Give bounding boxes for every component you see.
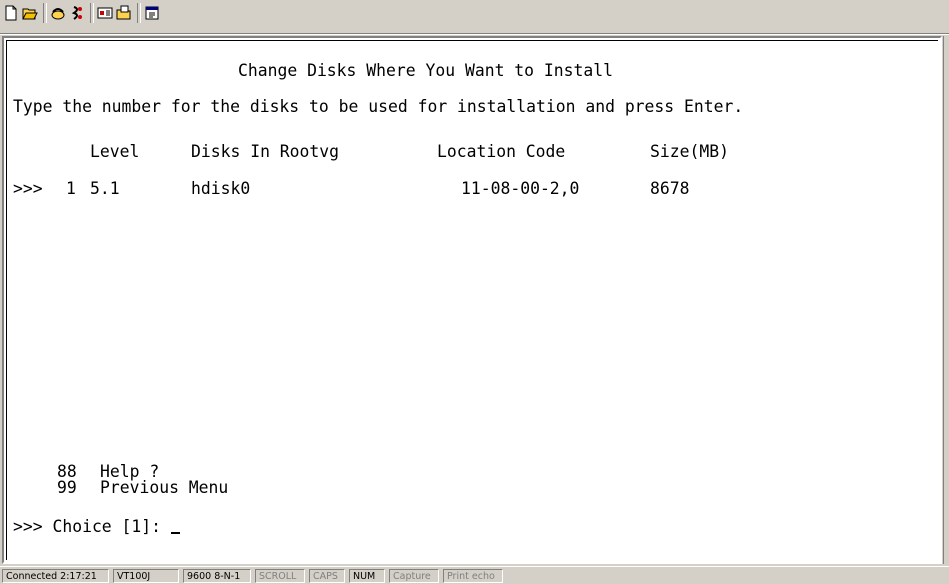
toolbar-separator <box>0 33 949 34</box>
toolbar <box>0 0 949 35</box>
terminal-frame: Change Disks Where You Want to Install T… <box>2 36 942 564</box>
toolbar-divider <box>90 3 94 23</box>
column-header-location: Location Code <box>437 142 566 161</box>
status-bar: Connected 2:17:21 VT100J 9600 8-N-1 SCRO… <box>0 566 949 584</box>
status-num: NUM <box>349 569 385 583</box>
disk-size: 8678 <box>650 179 690 198</box>
status-scroll: SCROLL <box>255 569 305 583</box>
disk-name: hdisk0 <box>191 179 251 198</box>
open-icon[interactable] <box>21 4 39 22</box>
hyperterminal-window: Change Disks Where You Want to Install T… <box>0 0 949 584</box>
column-header-size: Size(MB) <box>650 142 729 161</box>
disk-option-number[interactable]: 1 <box>66 179 76 199</box>
status-connected: Connected 2:17:21 <box>2 569 109 583</box>
terminal-screen[interactable]: Change Disks Where You Want to Install T… <box>6 40 938 560</box>
receive-icon[interactable] <box>115 4 133 22</box>
status-emulation: VT100J <box>113 569 179 583</box>
toolbar-divider <box>137 3 141 23</box>
selection-marker: >>> <box>13 179 43 198</box>
disconnect-icon[interactable] <box>68 4 86 22</box>
status-print-echo: Print echo <box>443 569 503 583</box>
choice-prompt[interactable]: >>> Choice [1]: <box>13 516 180 537</box>
choice-prompt-text: >>> Choice [1]: <box>13 517 171 536</box>
instruction-text: Type the number for the disks to be used… <box>13 97 744 116</box>
option-previous-label: Previous Menu <box>100 478 229 497</box>
column-header-level: Level <box>90 142 140 161</box>
new-icon[interactable] <box>2 4 20 22</box>
terminal-text: Change Disks Where You Want to Install T… <box>13 41 743 536</box>
right-edge <box>943 36 949 564</box>
properties-icon[interactable] <box>143 4 161 22</box>
status-capture: Capture <box>389 569 439 583</box>
toolbar-divider <box>43 3 47 23</box>
send-icon[interactable] <box>96 4 114 22</box>
text-cursor <box>170 516 180 534</box>
disk-location-code: 11-08-00-2,0 <box>461 179 580 198</box>
connect-icon[interactable] <box>49 4 67 22</box>
disk-level: 5.1 <box>90 179 120 198</box>
menu-title: Change Disks Where You Want to Install <box>238 61 613 80</box>
status-caps: CAPS <box>309 569 345 583</box>
status-port-settings: 9600 8-N-1 <box>183 569 251 583</box>
column-header-disks: Disks In Rootvg <box>191 142 340 161</box>
option-previous-number[interactable]: 99 <box>57 478 77 498</box>
